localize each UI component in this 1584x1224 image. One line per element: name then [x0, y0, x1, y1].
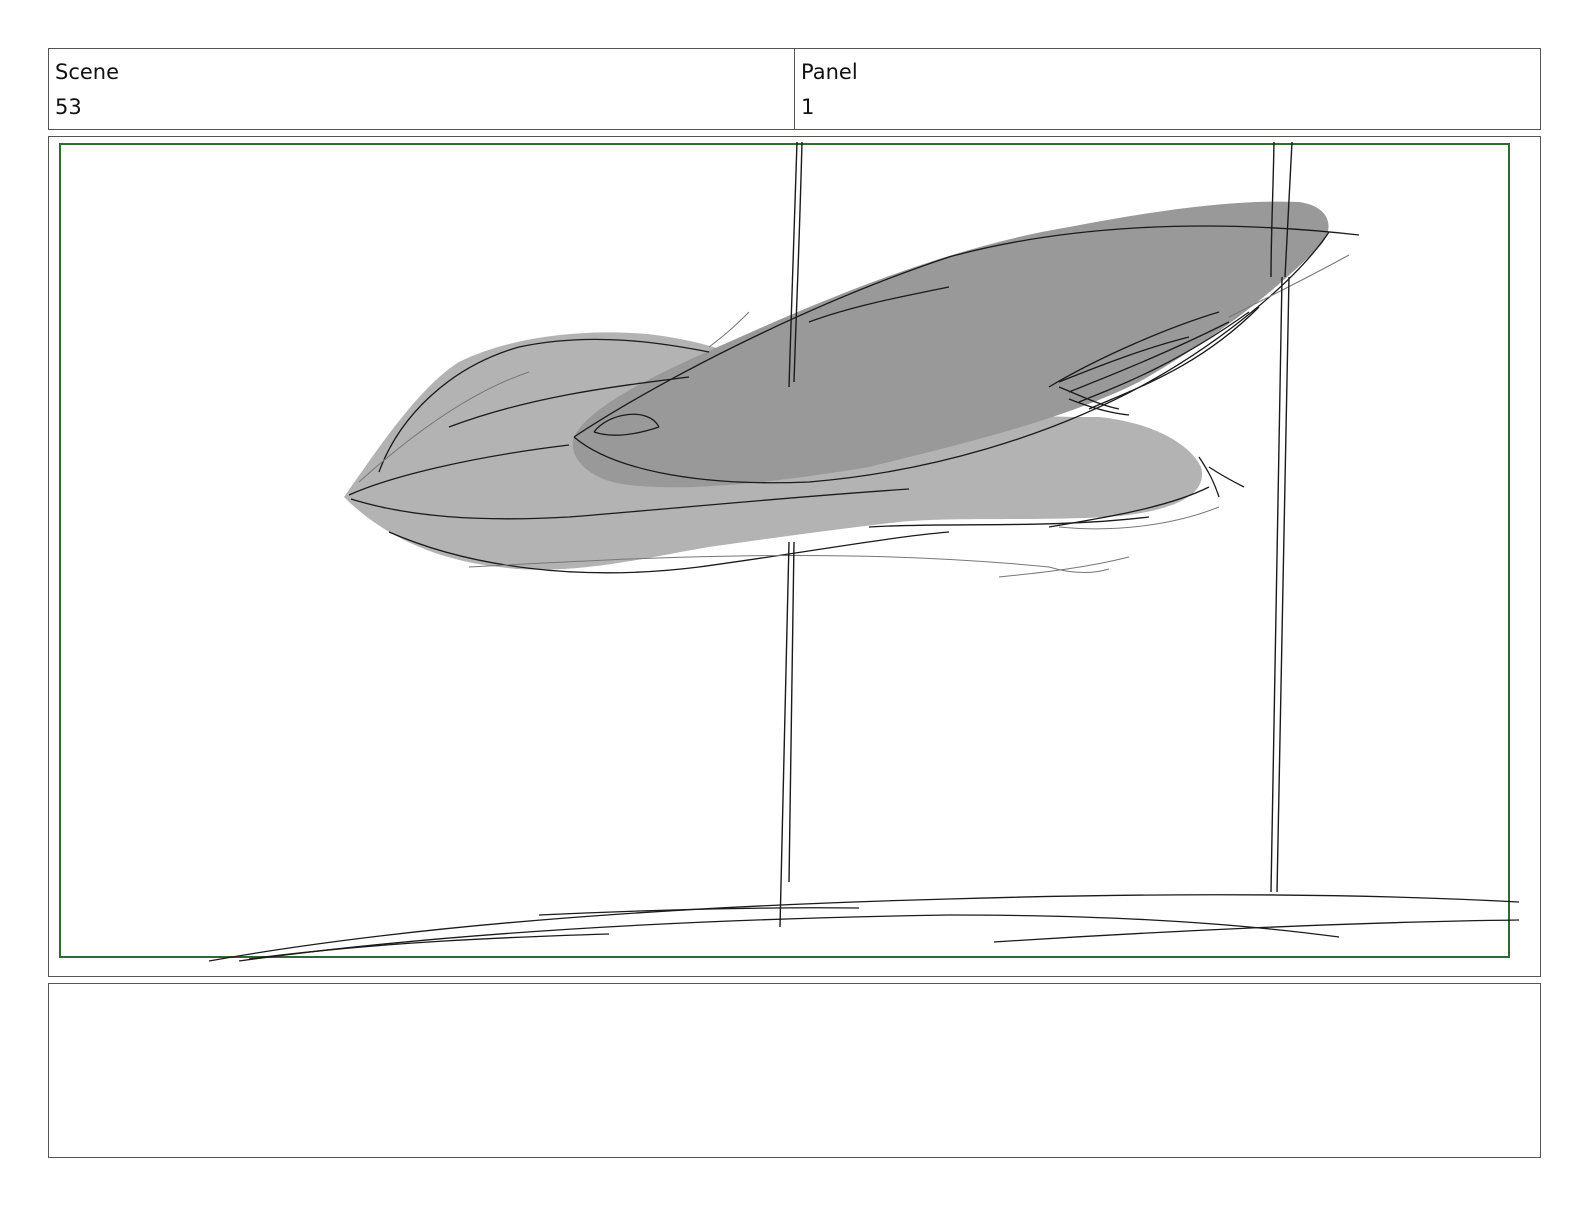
panel-cell: Panel 1 — [794, 49, 1540, 129]
panel-number[interactable]: 1 — [801, 90, 1534, 125]
panel-label: Panel — [801, 60, 858, 84]
scene-label: Scene — [55, 60, 120, 84]
scene-number[interactable]: 53 — [55, 90, 788, 125]
sketch-canvas — [59, 141, 1520, 962]
scene-cell: Scene 53 — [49, 49, 794, 129]
ground-lines — [208, 894, 1520, 962]
drawing-frame[interactable] — [48, 136, 1541, 977]
panel-header: Scene 53 Panel 1 — [48, 48, 1541, 130]
notes-box[interactable] — [48, 983, 1541, 1158]
